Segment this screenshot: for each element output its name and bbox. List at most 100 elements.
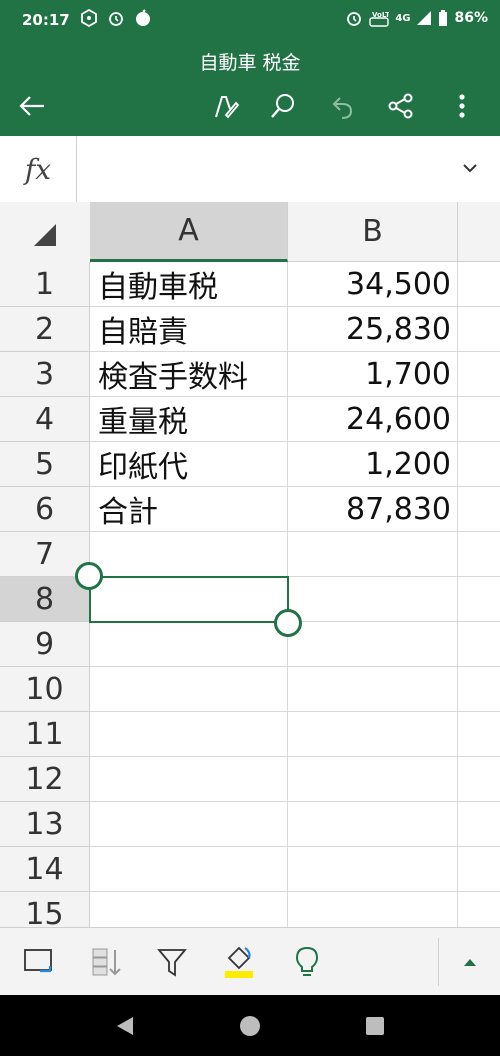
cell-a[interactable]: 自動車税: [90, 262, 288, 307]
cell-c[interactable]: [458, 892, 500, 927]
formula-expand-button[interactable]: [458, 156, 482, 180]
cell-c[interactable]: [458, 397, 500, 442]
formula-bar: fx: [0, 136, 500, 203]
row-header[interactable]: 15: [0, 892, 90, 927]
triangle-up-icon: [464, 959, 476, 966]
cell-b[interactable]: [288, 577, 458, 622]
cell-a[interactable]: [90, 802, 288, 847]
cell-a[interactable]: 印紙代: [90, 442, 288, 487]
alarm-icon-right: [347, 12, 362, 26]
status-bar: 20:17 VoLTE 4G 86%: [0, 0, 500, 42]
cell-b[interactable]: [288, 802, 458, 847]
share-icon: [388, 93, 413, 119]
row-header[interactable]: 14: [0, 847, 90, 892]
cell-c[interactable]: [458, 622, 500, 667]
row-header[interactable]: 11: [0, 712, 90, 757]
cell-a[interactable]: [90, 532, 288, 577]
selection-handle-bottom-right[interactable]: [274, 609, 302, 637]
draw-button[interactable]: [205, 86, 245, 126]
cell-c[interactable]: [458, 307, 500, 352]
row-header[interactable]: 1: [0, 262, 90, 307]
cell-c[interactable]: [458, 532, 500, 577]
cell-c[interactable]: [458, 487, 500, 532]
cell-a[interactable]: 検査手数料: [90, 352, 288, 397]
cell-b[interactable]: 24,600: [288, 397, 458, 442]
spreadsheet-grid: A B 1 自動車税 34,500 2 自賠責 25,830 3 検査手数料 1,700 4 重量税…: [0, 202, 500, 927]
cell-c[interactable]: [458, 757, 500, 802]
cell-a[interactable]: 重量税: [90, 397, 288, 442]
row-header[interactable]: 2: [0, 307, 90, 352]
cell-c[interactable]: [458, 802, 500, 847]
select-all-corner[interactable]: [0, 202, 91, 263]
select-all-triangle-icon: [34, 224, 56, 246]
cell-c[interactable]: [458, 667, 500, 712]
cell-b[interactable]: [288, 622, 458, 667]
cell-a[interactable]: 合計: [90, 487, 288, 532]
pen-icon: [215, 96, 240, 119]
back-button[interactable]: [12, 86, 52, 126]
cell-c[interactable]: [458, 577, 500, 622]
nav-back-button[interactable]: [108, 1009, 142, 1043]
row-header[interactable]: 5: [0, 442, 90, 487]
cell-b[interactable]: [288, 712, 458, 757]
workbook-title: 自動車 税金: [199, 52, 301, 74]
formula-input[interactable]: [77, 136, 447, 202]
row-header[interactable]: 13: [0, 802, 90, 847]
cell-b[interactable]: [288, 532, 458, 577]
column-header-c[interactable]: [458, 202, 500, 262]
select-cells-icon: [24, 949, 52, 973]
cell-b[interactable]: 1,700: [288, 352, 458, 397]
cell-selection-box[interactable]: [89, 576, 289, 623]
select-cells-button[interactable]: [15, 938, 63, 986]
cell-c[interactable]: [458, 712, 500, 757]
cell-c[interactable]: [458, 442, 500, 487]
row-header[interactable]: 6: [0, 487, 90, 532]
selection-handle-top-left[interactable]: [75, 562, 103, 590]
row-header[interactable]: 3: [0, 352, 90, 397]
cell-b[interactable]: [288, 667, 458, 712]
undo-button[interactable]: [322, 86, 362, 126]
sort-button[interactable]: [82, 938, 130, 986]
more-options-button[interactable]: [442, 86, 482, 126]
cell-a[interactable]: [90, 622, 288, 667]
column-header-a[interactable]: A: [90, 202, 288, 262]
cell-a[interactable]: [90, 847, 288, 892]
cell-b[interactable]: [288, 892, 458, 927]
cell-b[interactable]: [288, 847, 458, 892]
cell-a[interactable]: [90, 712, 288, 757]
alarm-icon: [109, 12, 123, 26]
battery-icon: [439, 9, 448, 26]
arrow-left-icon: [19, 96, 44, 116]
nav-home-icon: [240, 1016, 260, 1036]
fx-function-button[interactable]: fx: [0, 136, 77, 202]
column-header-b[interactable]: B: [288, 202, 458, 262]
cell-b[interactable]: 87,830: [288, 487, 458, 532]
filter-button[interactable]: [148, 938, 196, 986]
row-header[interactable]: 9: [0, 622, 90, 667]
cell-c[interactable]: [458, 262, 500, 307]
lightbulb-icon: [295, 946, 319, 976]
cell-b[interactable]: 1,200: [288, 442, 458, 487]
nav-home-button[interactable]: [233, 1009, 267, 1043]
row-header[interactable]: 10: [0, 667, 90, 712]
row-header[interactable]: 12: [0, 757, 90, 802]
cell-b[interactable]: 34,500: [288, 262, 458, 307]
app-bar: 自動車 税金: [0, 42, 500, 136]
search-button[interactable]: [263, 86, 303, 126]
cell-a[interactable]: [90, 667, 288, 712]
expand-ribbon-button[interactable]: [446, 938, 494, 986]
cell-a[interactable]: [90, 892, 288, 927]
cell-a[interactable]: 自賠責: [90, 307, 288, 352]
cell-c[interactable]: [458, 847, 500, 892]
ideas-button[interactable]: [283, 938, 331, 986]
cell-a[interactable]: [90, 757, 288, 802]
cell-c[interactable]: [458, 352, 500, 397]
cell-b[interactable]: 25,830: [288, 307, 458, 352]
fill-color-button[interactable]: [215, 938, 263, 986]
cell-b[interactable]: [288, 757, 458, 802]
network-type: 4G: [395, 12, 411, 24]
filter-icon: [157, 949, 187, 977]
nav-recents-button[interactable]: [358, 1009, 392, 1043]
row-header[interactable]: 4: [0, 397, 90, 442]
share-button[interactable]: [381, 86, 421, 126]
